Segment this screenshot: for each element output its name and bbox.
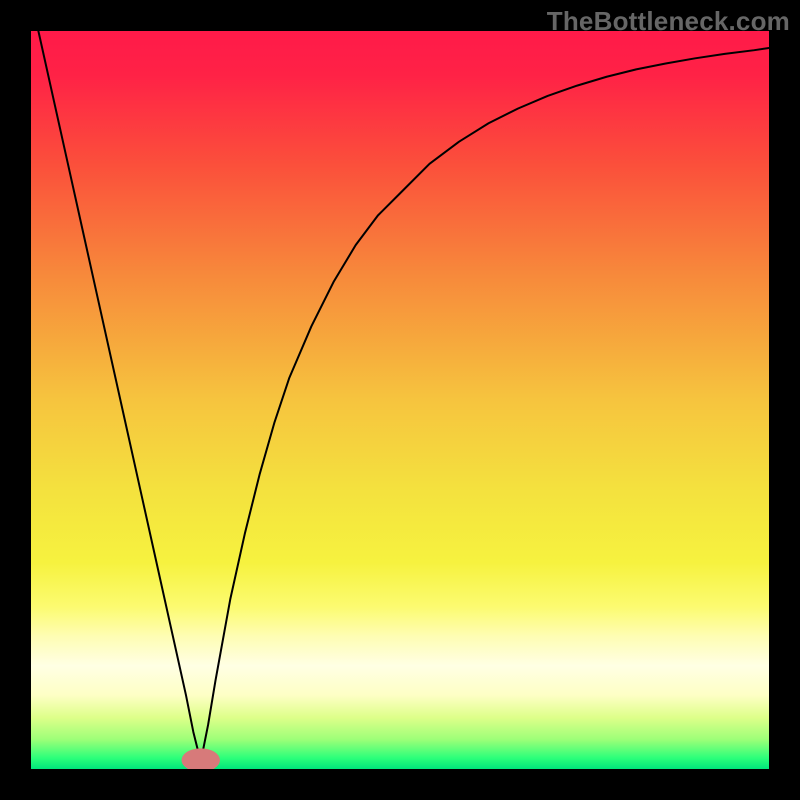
gradient-background xyxy=(31,31,769,769)
plot-area xyxy=(31,31,769,769)
watermark-text: TheBottleneck.com xyxy=(547,6,790,37)
bottleneck-chart xyxy=(31,31,769,769)
chart-frame: TheBottleneck.com xyxy=(0,0,800,800)
